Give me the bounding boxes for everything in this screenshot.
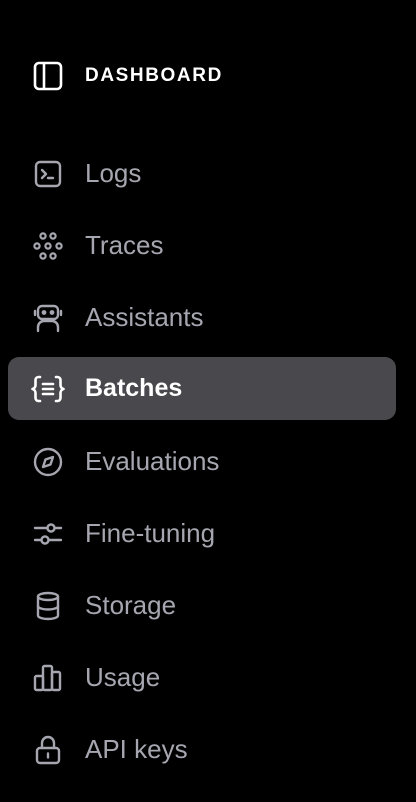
nav-item-label: Evaluations <box>85 446 220 476</box>
lock-icon <box>30 732 66 768</box>
traces-icon <box>30 228 66 264</box>
database-icon <box>30 588 66 624</box>
sliders-icon <box>30 516 66 552</box>
nav-item-traces[interactable]: Traces <box>8 214 396 277</box>
nav-item-label: Traces <box>85 230 164 260</box>
robot-icon <box>30 300 66 336</box>
nav-item-assistants[interactable]: Assistants <box>8 286 396 349</box>
nav-item-label: Usage <box>85 662 161 692</box>
nav-item-label: Fine-tuning <box>85 518 216 548</box>
nav-item-label: API keys <box>85 734 188 764</box>
compass-icon <box>30 444 66 480</box>
nav-item-label: Batches <box>85 374 183 402</box>
nav-item-evaluations[interactable]: Evaluations <box>8 430 396 493</box>
nav-item-label: Assistants <box>85 302 204 332</box>
bar-chart-icon <box>30 660 66 696</box>
terminal-icon <box>30 156 66 192</box>
nav-item-fine-tuning[interactable]: Fine-tuning <box>8 502 396 565</box>
sidebar-panel-icon <box>31 59 65 93</box>
nav-item-usage[interactable]: Usage <box>8 646 396 709</box>
dashboard-title: DASHBOARD <box>85 65 223 86</box>
braces-list-icon <box>30 371 66 407</box>
nav-item-storage[interactable]: Storage <box>8 574 396 637</box>
nav-item-batches[interactable]: Batches <box>8 357 396 420</box>
nav-item-label: Storage <box>85 590 177 620</box>
dashboard-header[interactable]: DASHBOARD <box>31 58 223 94</box>
nav-item-logs[interactable]: Logs <box>8 142 396 205</box>
nav-item-label: Logs <box>85 158 142 188</box>
nav-item-api-keys[interactable]: API keys <box>8 718 396 781</box>
